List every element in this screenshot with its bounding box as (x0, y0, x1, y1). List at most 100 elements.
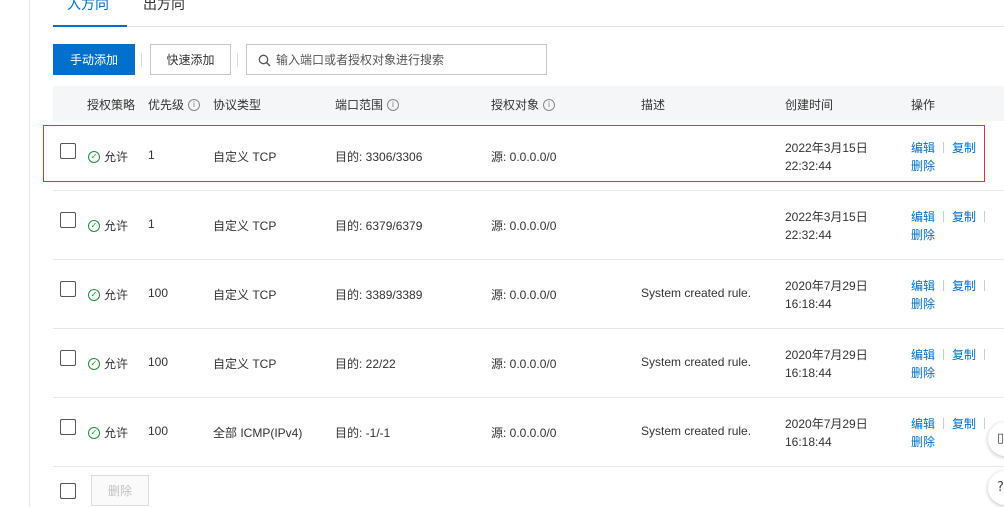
delete-link[interactable]: 删除 (911, 435, 935, 449)
ops-cell: 编辑 复制 删除 (911, 415, 986, 451)
protocol-cell: 自定义 TCP (213, 150, 277, 164)
search-input[interactable] (276, 46, 536, 73)
edit-link[interactable]: 编辑 (911, 141, 935, 155)
table-header: 授权策略 优先级 i 协议类型 端口范围 i 授权对象 i 描述 创建时间 操作 (53, 86, 1004, 121)
ops-cell: 编辑 复制 删除 (911, 139, 986, 175)
ops-separator (943, 211, 945, 222)
port-cell: 目的: 3389/3389 (335, 288, 423, 302)
port-cell: 目的: 6379/6379 (335, 219, 423, 233)
ops-separator (943, 349, 945, 360)
direction-tabs: 入方向 出方向 (53, 0, 1004, 27)
ops-separator (984, 211, 986, 222)
priority-cell: 100 (148, 286, 169, 300)
ops-cell: 编辑 复制 删除 (911, 346, 986, 382)
protocol-cell: 自定义 TCP (213, 288, 277, 302)
policy-cell: ✓ 允许 (88, 424, 128, 441)
table-row: ✓ 允许 100 全部 ICMP(IPv4) 目的: -1/-1 源: 0.0.0… (53, 398, 1004, 467)
policy-cell: ✓ 允许 (88, 148, 128, 165)
check-circle-icon: ✓ (88, 219, 100, 232)
edit-link[interactable]: 编辑 (911, 279, 935, 293)
header-priority: 优先级 i (148, 96, 201, 113)
tab-outbound[interactable]: 出方向 (143, 0, 185, 14)
port-cell: 目的: 3306/3306 (335, 150, 423, 164)
delete-link[interactable]: 删除 (911, 159, 935, 173)
priority-cell: 1 (148, 148, 155, 162)
edit-link[interactable]: 编辑 (911, 417, 935, 431)
ops-separator (984, 280, 986, 291)
header-port: 端口范围 i (335, 96, 400, 113)
copy-link[interactable]: 复制 (952, 417, 976, 431)
copy-link[interactable]: 复制 (952, 141, 976, 155)
policy-cell: ✓ 允许 (88, 355, 128, 372)
active-tab-indicator (53, 25, 127, 27)
edit-link[interactable]: 编辑 (911, 210, 935, 224)
policy-cell: ✓ 允许 (88, 286, 128, 303)
check-circle-icon: ✓ (88, 150, 100, 163)
search-box (246, 44, 547, 75)
auth-cell: 源: 0.0.0.0/0 (491, 219, 557, 233)
row-checkbox[interactable] (60, 419, 76, 435)
created-cell: 2020年7月29日 16:18:44 (785, 279, 868, 311)
ops-separator (984, 418, 986, 429)
table-row: ✓ 允许 100 自定义 TCP 目的: 22/22 源: 0.0.0.0/0 S… (53, 329, 1004, 398)
header-ops: 操作 (911, 98, 936, 112)
copy-link[interactable]: 复制 (952, 210, 976, 224)
header-protocol: 协议类型 (213, 98, 262, 112)
protocol-cell: 自定义 TCP (213, 357, 277, 371)
bulk-delete-button[interactable]: 删除 (91, 475, 149, 506)
header-desc: 描述 (641, 98, 666, 112)
ops-separator (943, 280, 945, 291)
tab-inbound[interactable]: 入方向 (67, 0, 109, 14)
header-policy: 授权策略 (87, 98, 136, 112)
created-cell: 2022年3月15日 22:32:44 (785, 141, 868, 173)
info-icon[interactable]: i (188, 98, 201, 111)
row-checkbox[interactable] (60, 212, 76, 228)
ops-separator (984, 349, 986, 360)
floating-action-button[interactable]: ? (988, 471, 1004, 505)
delete-link[interactable]: 删除 (911, 228, 935, 242)
edit-link[interactable]: 编辑 (911, 348, 935, 362)
check-circle-icon: ✓ (88, 288, 100, 301)
ops-separator (943, 142, 945, 153)
policy-cell: ✓ 允许 (88, 217, 128, 234)
port-cell: 目的: 22/22 (335, 357, 396, 371)
toolbar-separator (141, 53, 142, 67)
created-cell: 2020年7月29日 16:18:44 (785, 417, 868, 449)
help-icon: ? (997, 480, 1004, 495)
check-circle-icon: ✓ (88, 357, 100, 370)
page-divider (29, 0, 30, 507)
info-icon[interactable]: i (387, 98, 400, 111)
document-icon: ▯ (997, 431, 1004, 446)
row-checkbox[interactable] (60, 350, 76, 366)
protocol-cell: 全部 ICMP(IPv4) (213, 426, 303, 440)
table-row: ✓ 允许 1 自定义 TCP 目的: 3306/3306 源: 0.0.0.0/0… (53, 122, 1004, 191)
row-checkbox[interactable] (60, 143, 76, 159)
toolbar-separator (237, 53, 238, 67)
priority-cell: 1 (148, 217, 155, 231)
delete-link[interactable]: 删除 (911, 297, 935, 311)
row-checkbox[interactable] (60, 281, 76, 297)
copy-link[interactable]: 复制 (952, 279, 976, 293)
ops-separator (943, 418, 945, 429)
auth-cell: 源: 0.0.0.0/0 (491, 357, 557, 371)
auth-cell: 源: 0.0.0.0/0 (491, 150, 557, 164)
auth-cell: 源: 0.0.0.0/0 (491, 426, 557, 440)
quick-add-button[interactable]: 快速添加 (150, 44, 231, 75)
header-auth: 授权对象 i (491, 96, 556, 113)
select-all-checkbox[interactable] (60, 483, 76, 499)
port-cell: 目的: -1/-1 (335, 426, 391, 440)
auth-cell: 源: 0.0.0.0/0 (491, 288, 557, 302)
protocol-cell: 自定义 TCP (213, 219, 277, 233)
delete-link[interactable]: 删除 (911, 366, 935, 380)
search-icon (258, 54, 271, 67)
ops-cell: 编辑 复制 删除 (911, 208, 986, 244)
desc-cell: System created rule. (641, 355, 752, 369)
info-icon[interactable]: i (543, 98, 556, 111)
copy-link[interactable]: 复制 (952, 348, 976, 362)
manual-add-button[interactable]: 手动添加 (53, 44, 135, 75)
check-circle-icon: ✓ (88, 426, 100, 439)
created-cell: 2022年3月15日 22:32:44 (785, 210, 868, 242)
table-row: ✓ 允许 100 自定义 TCP 目的: 3389/3389 源: 0.0.0.0… (53, 260, 1004, 329)
table-row: ✓ 允许 1 自定义 TCP 目的: 6379/6379 源: 0.0.0.0/0… (53, 191, 1004, 260)
desc-cell: System created rule. (641, 424, 752, 438)
